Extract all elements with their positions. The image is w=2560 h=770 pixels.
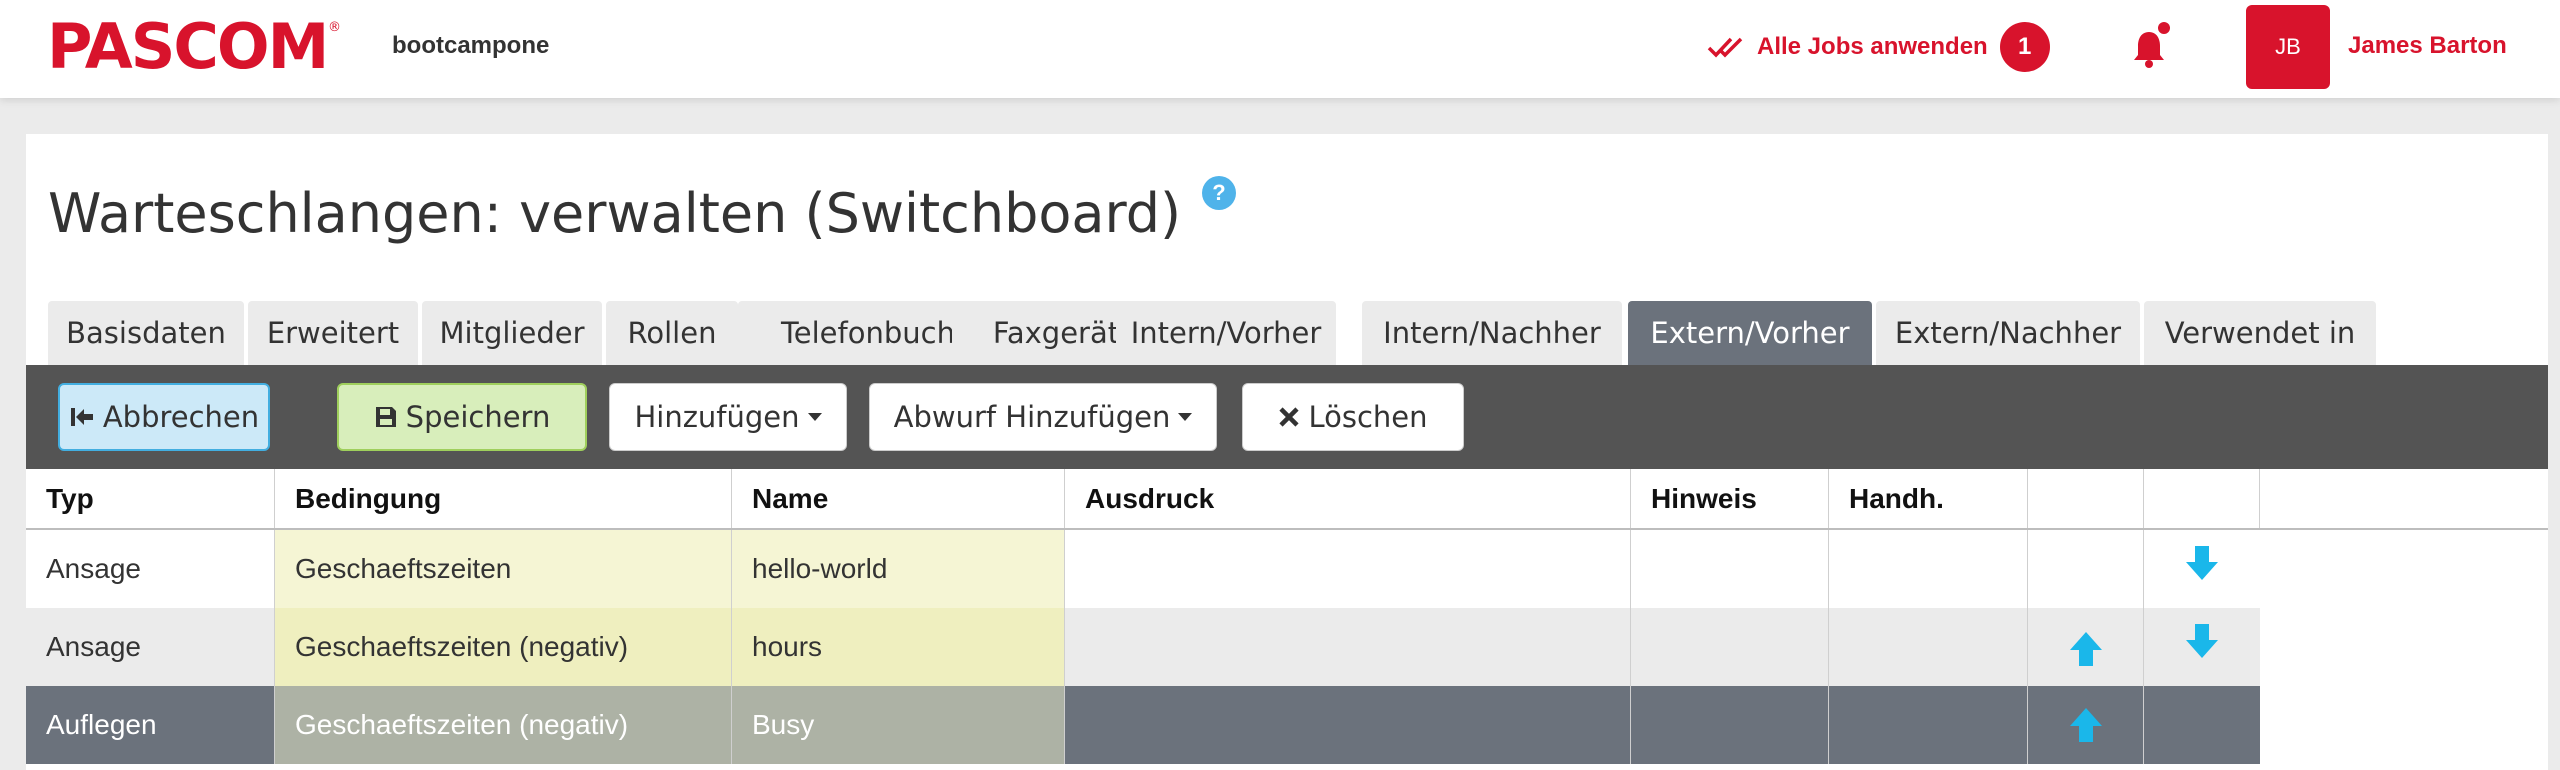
arrow-down-icon[interactable] (2184, 544, 2220, 582)
cell-handh (1829, 608, 2028, 686)
avatar[interactable]: JB (2246, 5, 2330, 89)
cancel-label: Abbrechen (102, 400, 260, 434)
table-row[interactable]: Ansage Geschaeftszeiten (negativ) hours (26, 608, 2260, 686)
tab-extern-nachher[interactable]: Extern/Nachher (1876, 301, 2140, 365)
column-header-typ[interactable]: Typ (26, 469, 275, 529)
tab-intern-nachher[interactable]: Intern/Nachher (1362, 301, 1622, 365)
cell-name: hello-world (732, 530, 1065, 608)
cell-name: Busy (732, 686, 1065, 764)
cell-hinweis (1631, 608, 1829, 686)
top-bar: PASCOM ® bootcampone Alle Jobs anwenden … (0, 0, 2560, 98)
caret-down-icon (1178, 413, 1193, 421)
cell-bedingung: Geschaeftszeiten (negativ) (275, 686, 732, 764)
arrow-up-icon[interactable] (2068, 706, 2104, 744)
add-dropdown-button[interactable]: Hinzufügen (609, 383, 847, 451)
cell-handh (1829, 530, 2028, 608)
cell-hinweis (1631, 530, 1829, 608)
save-label: Speichern (405, 400, 551, 434)
column-header-down (2144, 469, 2260, 529)
column-header-hinweis[interactable]: Hinweis (1631, 469, 1829, 529)
cell-name: hours (732, 608, 1065, 686)
registered-mark: ® (328, 20, 341, 35)
tab-extern-vorher[interactable]: Extern/Vorher (1628, 301, 1872, 365)
floppy-disk-icon (375, 407, 396, 427)
delete-button[interactable]: Löschen (1242, 383, 1464, 451)
apply-all-jobs-label: Alle Jobs anwenden (1757, 33, 1988, 60)
tab-verwendet-in[interactable]: Verwendet in (2144, 301, 2376, 365)
column-header-name[interactable]: Name (732, 469, 1065, 529)
cell-bedingung: Geschaeftszeiten (negativ) (275, 608, 732, 686)
cell-bedingung: Geschaeftszeiten (275, 530, 732, 608)
column-header-up (2028, 469, 2144, 529)
arrow-down-icon[interactable] (2184, 622, 2220, 660)
notifications-button[interactable] (2128, 22, 2174, 72)
rules-table: Typ Bedingung Name Ausdruck Hinweis Hand… (26, 469, 2548, 770)
cell-ausdruck (1065, 686, 1631, 764)
cell-ausdruck (1065, 530, 1631, 608)
tab-intern-vorher[interactable]: Intern/Vorher (1116, 301, 1336, 365)
double-check-icon (1707, 37, 1743, 58)
save-button[interactable]: Speichern (337, 383, 587, 451)
user-menu[interactable]: James Barton (2348, 32, 2507, 60)
toolbar: Abbrechen Speichern Hinzufügen Abwurf Hi… (26, 365, 2548, 469)
pascom-logo[interactable]: PASCOM (47, 14, 329, 80)
column-header-ausdruck[interactable]: Ausdruck (1065, 469, 1631, 529)
tenant-name: bootcampone (392, 32, 550, 59)
tab-basisdaten[interactable]: Basisdaten (48, 301, 244, 365)
column-header-bedingung[interactable]: Bedingung (275, 469, 732, 529)
back-to-start-icon (70, 408, 93, 426)
tab-erweitert[interactable]: Erweitert (248, 301, 418, 365)
jobs-count-badge: 1 (1999, 22, 2050, 72)
add-label: Hinzufügen (634, 400, 800, 434)
cell-handh (1829, 686, 2028, 764)
table-row[interactable]: Ansage Geschaeftszeiten hello-world (26, 530, 2260, 608)
cell-typ: Ansage (26, 608, 275, 686)
table-row-selected[interactable]: Auflegen Geschaeftszeiten (negativ) Busy (26, 686, 2260, 764)
cell-hinweis (1631, 686, 1829, 764)
cell-up (2028, 530, 2144, 608)
cancel-button[interactable]: Abbrechen (58, 383, 270, 451)
arrow-up-icon[interactable] (2068, 630, 2104, 668)
caret-down-icon (807, 413, 822, 421)
close-icon (1279, 407, 1300, 427)
cell-typ: Ansage (26, 530, 275, 608)
apply-all-jobs-button[interactable]: Alle Jobs anwenden 1 (1707, 22, 2050, 72)
add-drop-dropdown-button[interactable]: Abwurf Hinzufügen (869, 383, 1217, 451)
bell-icon (2134, 22, 2170, 68)
cell-ausdruck (1065, 608, 1631, 686)
tab-rollen[interactable]: Rollen (606, 301, 738, 365)
delete-label: Löschen (1308, 400, 1428, 434)
column-header-handh[interactable]: Handh. (1829, 469, 2028, 529)
cell-down (2144, 686, 2260, 764)
page-title: Warteschlangen: verwalten (Switchboard) (48, 182, 1182, 245)
add-drop-label: Abwurf Hinzufügen (893, 400, 1171, 434)
help-icon[interactable]: ? (1202, 176, 1236, 210)
cell-typ: Auflegen (26, 686, 275, 764)
tab-mitglieder[interactable]: Mitglieder (422, 301, 602, 365)
